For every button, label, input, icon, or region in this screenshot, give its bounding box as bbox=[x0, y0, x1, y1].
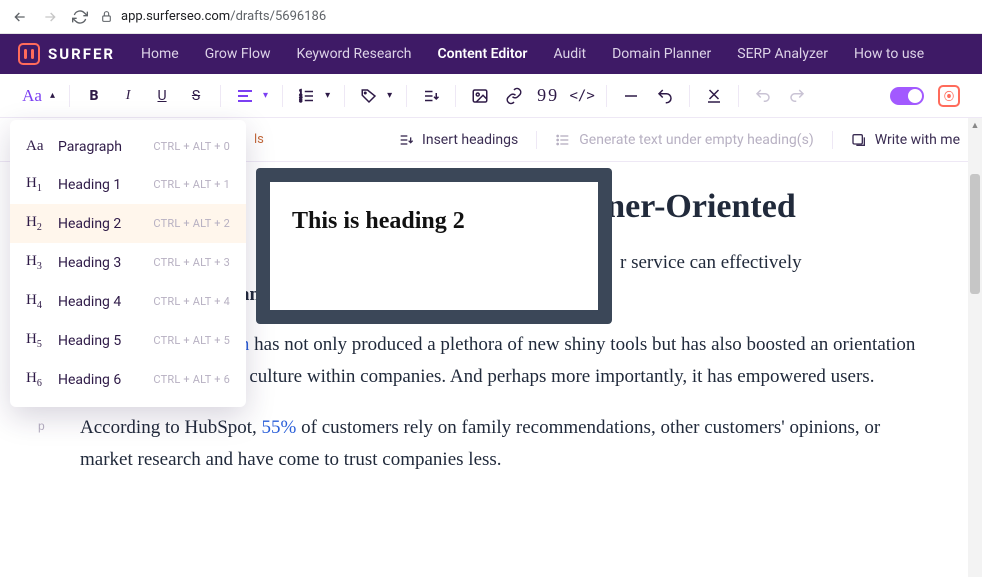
dd-heading-3[interactable]: H3Heading 3 CTRL + ALT + 3 bbox=[10, 243, 246, 282]
shortcut: CTRL + ALT + 5 bbox=[153, 334, 230, 347]
left-hint: ls bbox=[254, 132, 264, 147]
write-with-me-label: Write with me bbox=[875, 132, 960, 148]
h2-icon: H2 bbox=[26, 214, 48, 233]
list-button[interactable]: 123 bbox=[297, 86, 317, 106]
heading-dropdown: AaParagraph CTRL + ALT + 0 H1Heading 1 C… bbox=[10, 120, 246, 407]
browser-chrome: app.surferseo.com/drafts/5696186 bbox=[0, 0, 982, 34]
image-button[interactable] bbox=[470, 86, 490, 106]
doc-link[interactable]: 55% bbox=[262, 417, 297, 438]
quote-button[interactable]: 99 bbox=[538, 86, 558, 106]
separator bbox=[220, 85, 221, 107]
dd-heading-2[interactable]: H2Heading 2 CTRL + ALT + 2 bbox=[10, 204, 246, 243]
generate-text-action[interactable]: Generate text under empty heading(s) bbox=[555, 132, 813, 148]
insert-headings-action[interactable]: Insert headings bbox=[398, 132, 518, 148]
separator bbox=[606, 85, 607, 107]
heading-preview-tooltip: This is heading 2 bbox=[256, 168, 612, 324]
italic-button[interactable]: I bbox=[118, 86, 138, 106]
chevron-up-icon: ▴ bbox=[50, 90, 55, 101]
nav-home[interactable]: Home bbox=[141, 46, 179, 62]
new-line-button[interactable] bbox=[655, 86, 675, 106]
shortcut: CTRL + ALT + 4 bbox=[153, 295, 230, 308]
separator bbox=[832, 131, 833, 149]
insert-headings-button[interactable] bbox=[421, 86, 441, 106]
dd-heading-6[interactable]: H6Heading 6 CTRL + ALT + 6 bbox=[10, 360, 246, 399]
separator bbox=[689, 85, 690, 107]
gutter-para-marker: p bbox=[38, 419, 45, 433]
separator bbox=[344, 85, 345, 107]
lock-icon bbox=[100, 10, 113, 23]
bold-button[interactable]: B bbox=[84, 86, 104, 106]
hr-button[interactable] bbox=[621, 86, 641, 106]
shortcut: CTRL + ALT + 2 bbox=[153, 217, 230, 230]
text-style-button[interactable]: Aa bbox=[22, 86, 42, 106]
strike-button[interactable]: S bbox=[186, 86, 206, 106]
dd-heading-1[interactable]: H1Heading 1 CTRL + ALT + 1 bbox=[10, 165, 246, 204]
write-with-me-action[interactable]: Write with me bbox=[851, 132, 960, 148]
preview-heading-2: This is heading 2 bbox=[292, 208, 576, 235]
dd-heading-5[interactable]: H5Heading 5 CTRL + ALT + 5 bbox=[10, 321, 246, 360]
url-path: /drafts/5696186 bbox=[230, 9, 326, 24]
paragraph-icon: Aa bbox=[26, 138, 48, 155]
nav-domain-planner[interactable]: Domain Planner bbox=[612, 46, 711, 62]
chevron-down-icon: ▾ bbox=[325, 90, 330, 101]
insert-headings-label: Insert headings bbox=[422, 132, 518, 148]
undo-button[interactable] bbox=[753, 86, 773, 106]
svg-text:3: 3 bbox=[300, 98, 303, 104]
top-nav: SURFER Home Grow Flow Keyword Research C… bbox=[0, 34, 982, 74]
dd-paragraph[interactable]: AaParagraph CTRL + ALT + 0 bbox=[10, 128, 246, 165]
clear-format-button[interactable] bbox=[704, 86, 724, 106]
nav-how-to-use[interactable]: How to use bbox=[854, 46, 924, 62]
underline-button[interactable]: U bbox=[152, 86, 172, 106]
separator bbox=[282, 85, 283, 107]
back-button[interactable] bbox=[10, 7, 30, 27]
separator bbox=[536, 131, 537, 149]
chevron-down-icon: ▾ bbox=[263, 90, 268, 101]
address-bar[interactable]: app.surferseo.com/drafts/5696186 bbox=[100, 9, 326, 24]
scrollbar-track[interactable]: ▲ bbox=[968, 118, 982, 577]
nav-audit[interactable]: Audit bbox=[553, 46, 586, 62]
shortcut: CTRL + ALT + 1 bbox=[153, 178, 230, 191]
link-button[interactable] bbox=[504, 86, 524, 106]
nav-grow-flow[interactable]: Grow Flow bbox=[205, 46, 271, 62]
scrollbar-thumb[interactable] bbox=[970, 174, 980, 294]
shortcut: CTRL + ALT + 3 bbox=[153, 256, 230, 269]
h4-icon: H4 bbox=[26, 292, 48, 311]
brand[interactable]: SURFER bbox=[18, 43, 115, 65]
reload-button[interactable] bbox=[70, 7, 90, 27]
h5-icon: H5 bbox=[26, 331, 48, 350]
brand-name: SURFER bbox=[48, 45, 115, 63]
scroll-up-arrow[interactable]: ▲ bbox=[968, 118, 982, 132]
align-button[interactable] bbox=[235, 86, 255, 106]
shortcut: CTRL + ALT + 6 bbox=[153, 373, 230, 386]
h3-icon: H3 bbox=[26, 253, 48, 272]
shortcut: CTRL + ALT + 0 bbox=[153, 140, 230, 153]
nav-content-editor[interactable]: Content Editor bbox=[438, 46, 528, 62]
separator bbox=[738, 85, 739, 107]
forward-button[interactable] bbox=[40, 7, 60, 27]
code-button[interactable]: </> bbox=[572, 86, 592, 106]
nav-keyword-research[interactable]: Keyword Research bbox=[296, 46, 411, 62]
nav-serp-analyzer[interactable]: SERP Analyzer bbox=[737, 46, 828, 62]
url-host: app.surferseo.com bbox=[121, 9, 230, 24]
toggle-switch[interactable] bbox=[890, 87, 924, 105]
brand-logo-icon bbox=[18, 43, 40, 65]
separator bbox=[406, 85, 407, 107]
doc-paragraph[interactable]: According to HubSpot, 55% of customers r… bbox=[80, 412, 922, 477]
h1-icon: H1 bbox=[26, 175, 48, 194]
separator bbox=[455, 85, 456, 107]
separator bbox=[69, 85, 70, 107]
generate-text-label: Generate text under empty heading(s) bbox=[579, 132, 813, 148]
outline-button[interactable]: ⦿ bbox=[938, 85, 960, 107]
h6-icon: H6 bbox=[26, 370, 48, 389]
chevron-down-icon: ▾ bbox=[387, 90, 392, 101]
dd-heading-4[interactable]: H4Heading 4 CTRL + ALT + 4 bbox=[10, 282, 246, 321]
tag-button[interactable] bbox=[359, 86, 379, 106]
format-toolbar: Aa ▴ B I U S ▾ 123 ▾ ▾ bbox=[0, 74, 982, 118]
redo-button[interactable] bbox=[787, 86, 807, 106]
